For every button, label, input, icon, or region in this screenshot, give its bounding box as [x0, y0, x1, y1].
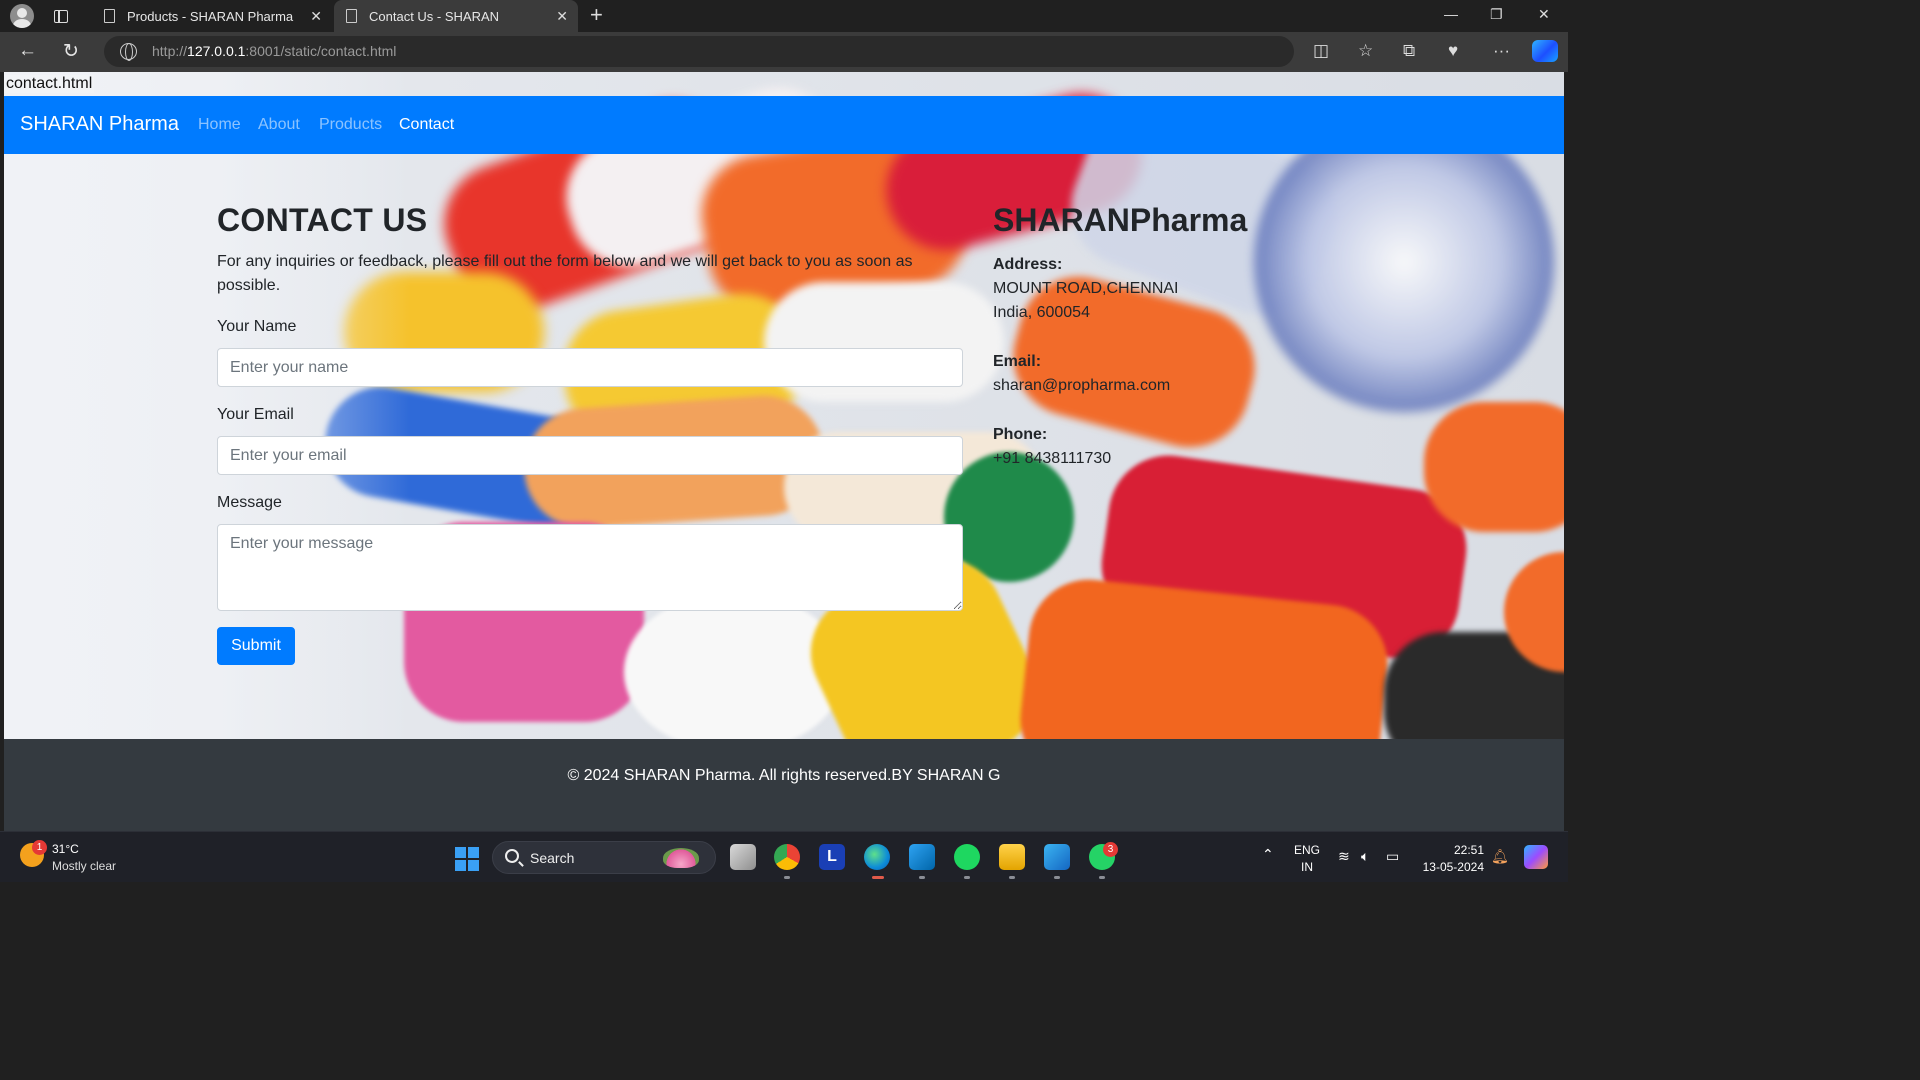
- edge-icon[interactable]: [864, 844, 890, 870]
- file-label: contact.html: [4, 75, 95, 93]
- restore-icon[interactable]: ❐: [1490, 6, 1503, 23]
- address-label: Address:: [993, 256, 1063, 273]
- browser-essentials-icon[interactable]: ♥: [1448, 41, 1458, 61]
- email-info-label: Email:: [993, 353, 1042, 370]
- submit-button[interactable]: Submit: [217, 627, 295, 665]
- wifi-icon[interactable]: ≋: [1338, 848, 1350, 865]
- weather-description[interactable]: Mostly clear: [52, 859, 116, 873]
- browser-tab-products[interactable]: Products - SHARAN Pharma ✕: [92, 0, 332, 32]
- clock-date: 13-05-2024: [1422, 860, 1484, 874]
- email-value: sharan@propharma.com: [993, 377, 1171, 394]
- email-label: Your Email: [217, 406, 294, 423]
- address-block: Address: MOUNT ROAD,CHENNAI India, 60005…: [993, 253, 1247, 325]
- page-viewport: contact.html SHARAN Pharma Home About Pr…: [4, 72, 1564, 831]
- email-block: Email: sharan@propharma.com: [993, 350, 1247, 398]
- browser-toolbar: ← ↻ http://127.0.0.1:8001/static/contact…: [0, 32, 1568, 72]
- site-footer: © 2024 SHARAN Pharma. All rights reserve…: [4, 739, 1564, 831]
- nav-link-contact[interactable]: Contact: [399, 116, 454, 134]
- vscode-icon[interactable]: [909, 844, 935, 870]
- name-input[interactable]: [217, 348, 963, 387]
- browser-tab-contact[interactable]: Contact Us - SHARAN ✕: [334, 0, 578, 32]
- refresh-icon[interactable]: ↻: [63, 40, 79, 63]
- split-screen-icon[interactable]: ◫: [1313, 41, 1329, 61]
- phone-value: +91 8438111730: [993, 450, 1112, 467]
- photos-icon[interactable]: [1044, 844, 1070, 870]
- company-info: SHARANPharma Address: MOUNT ROAD,CHENNAI…: [993, 202, 1247, 496]
- message-textarea[interactable]: [217, 524, 963, 611]
- url-text[interactable]: http://127.0.0.1:8001/static/contact.htm…: [152, 43, 396, 59]
- copilot-taskbar-icon[interactable]: [1524, 845, 1548, 869]
- phone-block: Phone: +91 8438111730: [993, 423, 1247, 471]
- search-icon: [505, 849, 519, 863]
- spotify-icon[interactable]: [954, 844, 980, 870]
- region-code: IN: [1301, 860, 1313, 874]
- profile-avatar-icon[interactable]: [10, 4, 34, 28]
- show-hidden-icons-icon[interactable]: ⌃: [1262, 846, 1274, 863]
- contact-heading: CONTACT US: [217, 202, 428, 238]
- taskbar: 1 31°C Mostly clear Search L 3 ⌃ ENG IN …: [0, 831, 1568, 882]
- whatsapp-badge: 3: [1103, 842, 1118, 857]
- close-window-icon[interactable]: ✕: [1538, 6, 1550, 23]
- page-icon: [104, 9, 115, 23]
- task-view-icon[interactable]: [730, 844, 756, 870]
- navbar-brand[interactable]: SHARAN Pharma: [20, 113, 179, 136]
- address-bar[interactable]: http://127.0.0.1:8001/static/contact.htm…: [104, 36, 1294, 67]
- language-indicator[interactable]: ENG IN: [1294, 842, 1320, 876]
- battery-icon[interactable]: ▭: [1386, 848, 1399, 865]
- weather-temperature[interactable]: 31°C: [52, 842, 79, 856]
- footer-copyright: © 2024 SHARAN Pharma. All rights reserve…: [567, 767, 1001, 784]
- more-menu-icon[interactable]: ···: [1493, 41, 1510, 61]
- nav-link-products[interactable]: Products: [319, 116, 382, 134]
- file-explorer-icon[interactable]: [999, 844, 1025, 870]
- nav-link-home[interactable]: Home: [198, 116, 241, 134]
- volume-icon[interactable]: 🔈︎: [1361, 848, 1369, 865]
- l-app-icon[interactable]: L: [819, 844, 845, 870]
- browser-tab-bar: Products - SHARAN Pharma ✕ Contact Us - …: [0, 0, 1568, 32]
- collections-icon[interactable]: ⧉: [1403, 41, 1415, 61]
- close-tab-icon[interactable]: ✕: [310, 8, 322, 25]
- tab-actions-icon[interactable]: [50, 6, 72, 26]
- nav-link-about[interactable]: About: [258, 116, 300, 134]
- minimize-icon[interactable]: —: [1444, 6, 1458, 22]
- taskbar-search[interactable]: Search: [492, 841, 716, 874]
- favorites-icon[interactable]: ☆: [1358, 41, 1373, 61]
- company-heading: SHARANPharma: [993, 202, 1248, 238]
- address-line-1: MOUNT ROAD,CHENNAI: [993, 280, 1179, 297]
- site-info-icon[interactable]: [120, 43, 137, 61]
- phone-label: Phone:: [993, 426, 1048, 443]
- name-label: Your Name: [217, 318, 297, 335]
- clock-time: 22:51: [1453, 843, 1484, 857]
- system-clock[interactable]: 22:51 13-05-2024: [1420, 842, 1484, 876]
- chrome-icon[interactable]: [774, 844, 800, 870]
- tab-title: Products - SHARAN Pharma: [127, 8, 294, 24]
- message-label: Message: [217, 494, 282, 511]
- weather-badge: 1: [32, 840, 47, 855]
- copilot-icon[interactable]: [1532, 40, 1558, 62]
- back-icon[interactable]: ←: [18, 40, 37, 62]
- language-code: ENG: [1294, 843, 1321, 857]
- close-tab-icon[interactable]: ✕: [556, 8, 568, 25]
- page-icon: [346, 9, 357, 23]
- search-label: Search: [530, 850, 575, 866]
- contact-intro: For any inquiries or feedback, please fi…: [217, 253, 913, 294]
- site-navbar: SHARAN Pharma Home About Products Contac…: [4, 96, 1564, 154]
- new-tab-icon[interactable]: +: [590, 4, 603, 26]
- search-highlight-icon: [663, 848, 699, 868]
- address-line-2: India, 600054: [993, 304, 1090, 321]
- windows-start-icon[interactable]: [455, 847, 479, 871]
- tab-title: Contact Us - SHARAN: [369, 8, 500, 24]
- notification-bell-icon[interactable]: 🔔︎: [1491, 848, 1509, 865]
- email-input[interactable]: [217, 436, 963, 475]
